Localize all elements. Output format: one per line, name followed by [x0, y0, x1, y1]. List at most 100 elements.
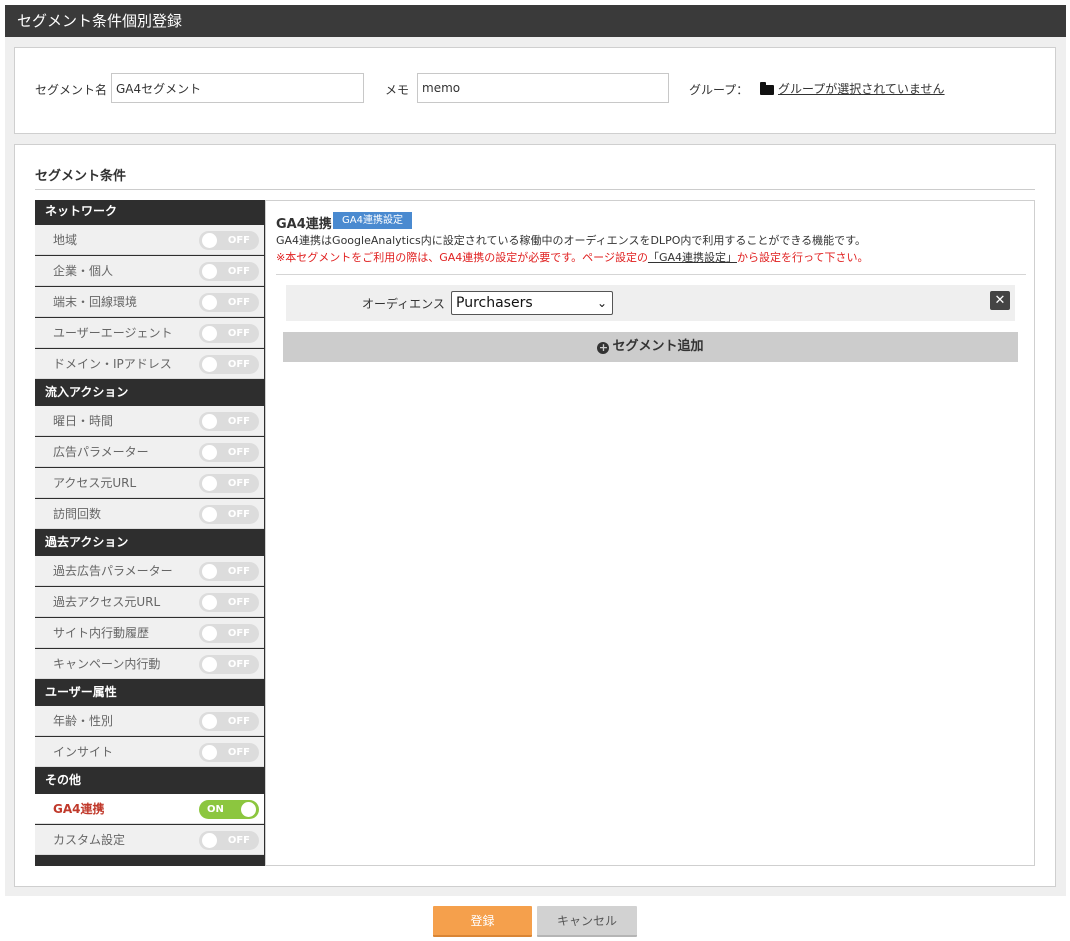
segment-name-label: セグメント名: [35, 83, 108, 97]
toggle-switch[interactable]: OFF: [199, 593, 259, 612]
toggle-knob: [202, 564, 217, 579]
toggle-switch[interactable]: OFF: [199, 324, 259, 343]
sidebar-item[interactable]: 曜日・時間 OFF: [35, 406, 264, 436]
sidebar-item[interactable]: 過去アクセス元URL OFF: [35, 587, 264, 617]
submit-button[interactable]: 登録: [433, 906, 532, 937]
sidebar-item-label: 訪問回数: [53, 507, 102, 521]
content-title: GA4連携: [276, 217, 332, 232]
sidebar-category-header: ネットワーク: [45, 204, 118, 218]
toggle-state-label: OFF: [227, 328, 250, 339]
toggle-switch[interactable]: OFF: [199, 355, 259, 374]
condition-content: GA4連携 GA4連携設定 GA4連携はGoogleAnalytics内に設定さ…: [265, 200, 1035, 866]
toggle-switch[interactable]: OFF: [199, 474, 259, 493]
sidebar-item-label: カスタム設定: [53, 833, 126, 847]
toggle-state-label: OFF: [227, 447, 250, 458]
cancel-button[interactable]: キャンセル: [537, 906, 637, 937]
toggle-knob: [202, 445, 217, 460]
sidebar-item[interactable]: 地域 OFF: [35, 225, 264, 255]
sidebar-item[interactable]: 過去広告パラメーター OFF: [35, 556, 264, 586]
main-container: セグメント名 メモ グループ： グループが選択されていません セグメント条件 ネ…: [5, 37, 1066, 896]
warning-suffix: から設定を行って下さい。: [737, 251, 869, 264]
sidebar-item[interactable]: キャンペーン内行動 OFF: [35, 649, 264, 679]
toggle-knob: [202, 833, 217, 848]
toggle-state-label: OFF: [227, 747, 250, 758]
segment-conditions-panel: セグメント条件 ネットワーク 地域 OFF 企業・個人 OFF 端末・回線環境 OFF ユーザ…: [14, 144, 1056, 887]
sidebar-item-label: 企業・個人: [53, 264, 114, 278]
remove-condition-button[interactable]: ✕: [990, 291, 1010, 310]
sidebar-item[interactable]: 企業・個人 OFF: [35, 256, 264, 286]
toggle-switch[interactable]: OFF: [199, 505, 259, 524]
conditions-title: セグメント条件: [35, 169, 127, 184]
toggle-state-label: OFF: [227, 628, 250, 639]
sidebar-item[interactable]: ドメイン・IPアドレス OFF: [35, 349, 264, 379]
sidebar-item[interactable]: サイト内行動履歴 OFF: [35, 618, 264, 648]
sidebar-item[interactable]: 端末・回線環境 OFF: [35, 287, 264, 317]
audience-select[interactable]: Purchasers ⌄: [451, 291, 613, 315]
group-select-link[interactable]: グループが選択されていません: [778, 80, 945, 97]
sidebar-item-label: 地域: [53, 233, 78, 247]
sidebar-item-label: キャンペーン内行動: [53, 657, 161, 671]
toggle-knob: [202, 295, 217, 310]
divider: [35, 189, 1035, 190]
toggle-switch[interactable]: OFF: [199, 743, 259, 762]
toggle-switch[interactable]: OFF: [199, 831, 259, 850]
toggle-knob: [241, 802, 256, 817]
toggle-state-label: OFF: [227, 566, 250, 577]
sidebar-item-label: 年齢・性別: [53, 714, 114, 728]
toggle-switch[interactable]: OFF: [199, 624, 259, 643]
sidebar-item[interactable]: 広告パラメーター OFF: [35, 437, 264, 467]
sidebar-item[interactable]: アクセス元URL OFF: [35, 468, 264, 498]
sidebar-item[interactable]: 年齢・性別 OFF: [35, 706, 264, 736]
toggle-knob: [202, 264, 217, 279]
sidebar-category-header: その他: [45, 773, 82, 787]
toggle-switch[interactable]: OFF: [199, 293, 259, 312]
warning-prefix: ※本セグメントをご利用の際は、GA4連携の設定が必要です。ページ設定の: [276, 251, 648, 264]
memo-label: メモ: [385, 83, 410, 97]
chevron-down-icon: ⌄: [596, 296, 607, 310]
toggle-state-label: OFF: [227, 716, 250, 727]
ga4-settings-badge[interactable]: GA4連携設定: [333, 212, 412, 229]
sidebar-item-label: インサイト: [53, 745, 114, 759]
ga4-settings-link[interactable]: 「GA4連携設定」: [648, 251, 737, 264]
audience-condition-row: オーディエンス Purchasers ⌄ ✕: [286, 285, 1015, 321]
toggle-state-label: OFF: [227, 659, 250, 670]
segment-name-input[interactable]: [111, 73, 364, 103]
toggle-switch[interactable]: OFF: [199, 231, 259, 250]
sidebar-item-label: GA4連携: [53, 802, 105, 816]
sidebar-item[interactable]: カスタム設定 OFF: [35, 825, 264, 855]
toggle-state-label: OFF: [227, 416, 250, 427]
sidebar-item[interactable]: 訪問回数 OFF: [35, 499, 264, 529]
toggle-knob: [202, 326, 217, 341]
toggle-switch[interactable]: OFF: [199, 412, 259, 431]
toggle-switch[interactable]: OFF: [199, 262, 259, 281]
sidebar-item-label: サイト内行動履歴: [53, 626, 150, 640]
add-segment-button[interactable]: + セグメント追加: [283, 332, 1018, 362]
toggle-switch[interactable]: OFF: [199, 655, 259, 674]
toggle-state-label: OFF: [227, 235, 250, 246]
toggle-state-label: OFF: [227, 478, 250, 489]
audience-select-value: Purchasers: [456, 295, 533, 311]
sidebar-item-label: 広告パラメーター: [53, 445, 149, 459]
toggle-switch[interactable]: OFF: [199, 443, 259, 462]
toggle-knob: [202, 414, 217, 429]
toggle-switch[interactable]: ON: [199, 800, 259, 819]
sidebar-category-header: 流入アクション: [45, 385, 129, 399]
toggle-knob: [202, 595, 217, 610]
sidebar-item[interactable]: GA4連携 ON: [35, 794, 264, 824]
memo-input[interactable]: [417, 73, 669, 103]
toggle-knob: [202, 745, 217, 760]
toggle-switch[interactable]: OFF: [199, 712, 259, 731]
toggle-state-label: OFF: [227, 297, 250, 308]
sidebar-item[interactable]: ユーザーエージェント OFF: [35, 318, 264, 348]
folder-icon: [760, 82, 774, 95]
content-description: GA4連携はGoogleAnalytics内に設定されている稼働中のオーディエン…: [276, 234, 867, 247]
segment-info-panel: セグメント名 メモ グループ： グループが選択されていません: [14, 47, 1056, 134]
sidebar-category-header: 過去アクション: [45, 535, 129, 549]
sidebar-item[interactable]: インサイト OFF: [35, 737, 264, 767]
toggle-switch[interactable]: OFF: [199, 562, 259, 581]
audience-label: オーディエンス: [362, 297, 445, 311]
close-icon: ✕: [994, 293, 1006, 308]
sidebar-item-label: ドメイン・IPアドレス: [53, 357, 172, 371]
toggle-knob: [202, 476, 217, 491]
toggle-knob: [202, 507, 217, 522]
